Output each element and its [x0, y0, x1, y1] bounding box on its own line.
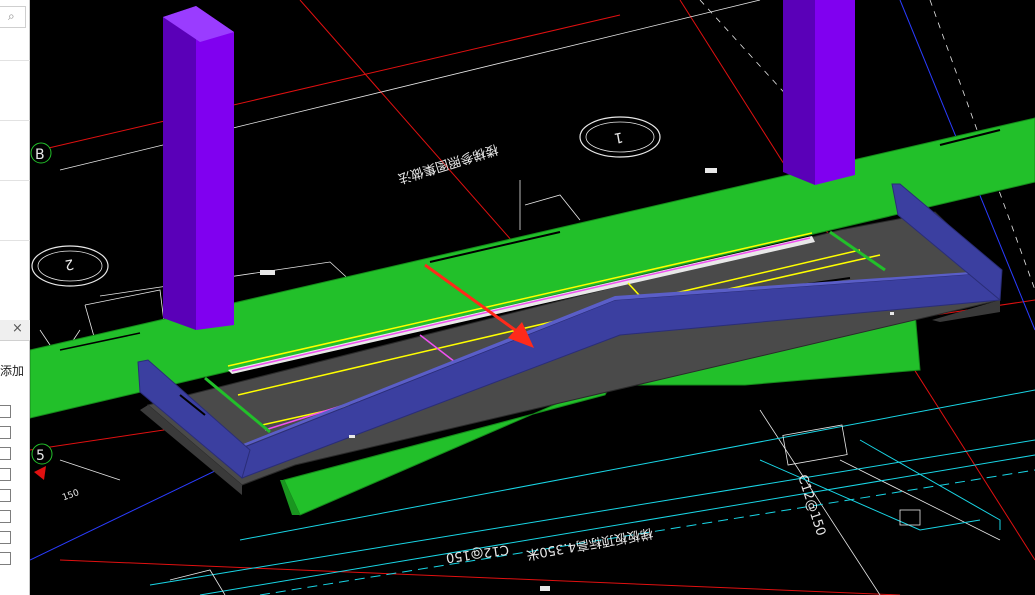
- left-panel: ⌕ × 添加: [0, 0, 30, 595]
- model-view: 1 2 B 5 楼梯参照图集做法 C12@150 C12@150 梯板板顶标高4…: [30, 0, 1035, 595]
- checkbox[interactable]: [0, 489, 11, 502]
- checkbox[interactable]: [0, 468, 11, 481]
- column-right: [783, 0, 855, 185]
- panel-divider: [0, 60, 30, 61]
- column-left: [163, 6, 234, 330]
- panel-divider: [0, 180, 30, 181]
- checkbox[interactable]: [0, 447, 11, 460]
- search-input[interactable]: ⌕: [0, 6, 26, 28]
- close-icon: ×: [12, 321, 23, 336]
- panel-divider: [0, 240, 30, 241]
- checkbox[interactable]: [0, 552, 11, 565]
- checkbox[interactable]: [0, 531, 11, 544]
- search-icon: ⌕: [8, 9, 15, 23]
- panel-divider: [0, 120, 30, 121]
- cad-viewport[interactable]: 1 2 B 5 楼梯参照图集做法 C12@150 C12@150 梯板板顶标高4…: [30, 0, 1035, 595]
- axis-label-5: 5: [36, 448, 45, 464]
- axis-marker-b: B: [30, 142, 52, 164]
- checkbox[interactable]: [0, 510, 11, 523]
- panel-close-button[interactable]: ×: [0, 320, 30, 341]
- add-button[interactable]: 添加: [0, 362, 24, 379]
- checkbox[interactable]: [0, 405, 11, 418]
- checkbox[interactable]: [0, 426, 11, 439]
- axis-label-b: B: [35, 147, 45, 163]
